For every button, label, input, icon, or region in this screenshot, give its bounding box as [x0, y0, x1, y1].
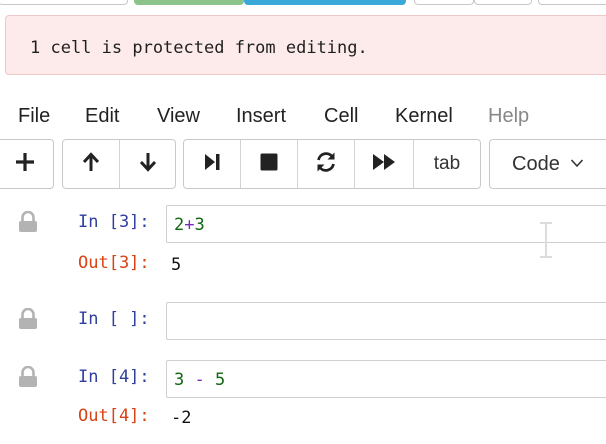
top-tab[interactable]: [0, 0, 128, 5]
top-tab-blue[interactable]: [244, 0, 406, 5]
toolbar-group-move: [62, 139, 176, 189]
menu-cell[interactable]: Cell: [324, 105, 358, 128]
input-prompt: In [4]:: [78, 367, 150, 387]
arrow-down-icon: [137, 151, 159, 178]
menu-help[interactable]: Help: [488, 105, 529, 128]
text-cursor-icon: [537, 222, 555, 263]
run-all-button[interactable]: [355, 140, 413, 188]
menu-insert[interactable]: Insert: [236, 105, 286, 128]
protected-cells-banner: 1 cell is protected from editing.: [5, 15, 606, 75]
cell-type-select[interactable]: Code: [489, 139, 606, 189]
lock-icon: [18, 307, 38, 335]
top-tab[interactable]: [538, 0, 606, 5]
lock-icon: [18, 210, 38, 238]
insert-cell-button[interactable]: [0, 140, 53, 188]
move-up-button[interactable]: [63, 140, 119, 188]
menu-edit[interactable]: Edit: [85, 105, 119, 128]
plus-icon: [14, 151, 36, 178]
top-tab-strip: [0, 0, 606, 6]
code-input[interactable]: [166, 302, 606, 340]
menu-kernel[interactable]: Kernel: [395, 105, 453, 128]
code-input[interactable]: 2+3: [166, 205, 606, 258]
input-prompt: In [ ]:: [78, 309, 150, 329]
move-down-button[interactable]: [120, 140, 176, 188]
top-tab[interactable]: [474, 0, 532, 5]
cell-type-dropdown[interactable]: Code: [490, 140, 606, 188]
refresh-icon: [314, 150, 338, 179]
toolbar-group-insert: [0, 139, 54, 189]
fast-forward-icon: [372, 152, 396, 177]
cell-output: -2: [171, 408, 192, 428]
arrow-up-icon: [80, 151, 102, 178]
code-input[interactable]: 3 - 5: [166, 360, 606, 398]
cell-output: 5: [171, 255, 182, 275]
chevron-down-icon: [570, 155, 584, 173]
interrupt-kernel-button[interactable]: [241, 140, 297, 188]
run-cell-button[interactable]: [184, 140, 240, 188]
top-tab-green[interactable]: [134, 0, 244, 5]
menu-bar: File Edit View Insert Cell Kernel Help: [0, 100, 606, 132]
banner-message: 1 cell is protected from editing.: [30, 38, 368, 58]
step-forward-icon: [202, 152, 222, 177]
stop-icon: [259, 152, 279, 177]
toolbar-group-run: tab: [183, 139, 481, 189]
menu-file[interactable]: File: [18, 105, 50, 128]
top-tab[interactable]: [414, 0, 474, 5]
tab-button[interactable]: tab: [414, 140, 480, 188]
menu-view[interactable]: View: [157, 105, 200, 128]
output-prompt: Out[4]:: [78, 406, 150, 426]
cell-type-value: Code: [512, 152, 560, 175]
code-text: 2+3: [174, 215, 205, 235]
output-prompt: Out[3]:: [78, 253, 150, 273]
code-text: 3 - 5: [174, 370, 226, 390]
restart-kernel-button[interactable]: [298, 140, 354, 188]
input-prompt: In [3]:: [78, 212, 150, 232]
lock-icon: [18, 365, 38, 393]
tab-label: tab: [433, 153, 461, 174]
